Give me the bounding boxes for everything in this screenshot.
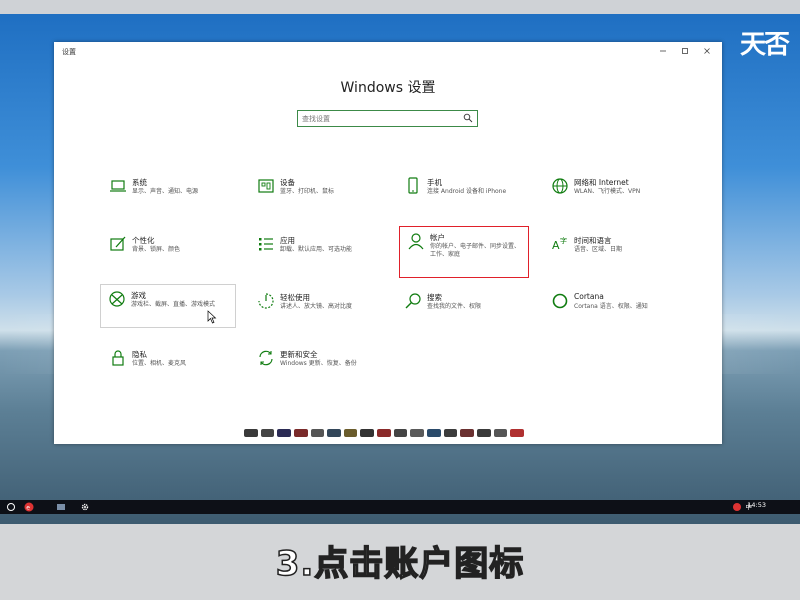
close-button[interactable] xyxy=(696,44,718,58)
tile-devices[interactable]: 设备 蓝牙、打印机、鼠标 xyxy=(250,172,382,216)
tile-description: 位置、相机、麦克风 xyxy=(132,360,187,367)
desktop: 天否 设置 Windows 设置 系统 显示、声音、通知、电源 xyxy=(0,14,800,524)
tile-title: 帐户 xyxy=(430,233,445,242)
tile-description: 查找我的文件、权限 xyxy=(427,303,482,310)
keyboard-icon xyxy=(258,179,274,193)
tile-title: 个性化 xyxy=(132,236,155,245)
xbox-icon xyxy=(109,291,125,307)
tile-title: 手机 xyxy=(427,178,442,187)
tile-accounts[interactable]: 帐户 你的帐户、电子邮件、同步设置、工作、家庭 xyxy=(399,226,529,278)
tile-search[interactable]: 搜索 查找我的文件、权限 xyxy=(397,287,529,331)
tile-update-security[interactable]: 更新和安全 Windows 更新、恢复、备份 xyxy=(250,344,382,388)
person-icon xyxy=(408,233,424,250)
tile-title: 游戏 xyxy=(131,291,146,300)
top-strip xyxy=(0,0,800,14)
tile-title: Cortana xyxy=(574,292,604,301)
tile-description: Cortana 语言、权限、通知 xyxy=(574,303,648,310)
cortana-search-icon[interactable] xyxy=(6,502,16,512)
tile-description: 讲述人、放大镜、高对比度 xyxy=(280,303,353,310)
svg-text:e: e xyxy=(26,505,30,512)
tile-title: 网络和 Internet xyxy=(574,178,629,187)
tile-privacy[interactable]: 隐私 位置、相机、麦克风 xyxy=(102,344,234,388)
netease-tray-icon[interactable] xyxy=(732,502,742,512)
tile-description: 卸载、默认应用、可选功能 xyxy=(280,246,353,253)
tile-title: 系统 xyxy=(132,178,147,187)
tile-description: 你的帐户、电子邮件、同步设置、工作、家庭 xyxy=(430,243,521,258)
desktop-icon-strip xyxy=(244,429,524,439)
tile-description: WLAN、飞行模式、VPN xyxy=(574,188,641,195)
tile-ease-of-access[interactable]: 轻松使用 讲述人、放大镜、高对比度 xyxy=(250,287,382,331)
minimize-button[interactable] xyxy=(652,44,674,58)
tile-title: 时间和语言 xyxy=(574,236,612,245)
search-icon xyxy=(463,113,473,123)
tile-title: 设备 xyxy=(280,178,295,187)
svg-text:A: A xyxy=(552,239,560,252)
tile-description: 蓝牙、打印机、鼠标 xyxy=(280,188,335,195)
maximize-button[interactable] xyxy=(674,44,696,58)
tile-network[interactable]: 网络和 Internet WLAN、飞行模式、VPN xyxy=(544,172,676,216)
tile-description: 游戏栏、截屏、直播、游戏模式 xyxy=(131,301,216,308)
apps-list-icon xyxy=(259,238,273,251)
window-title: 设置 xyxy=(62,48,76,56)
watermark-logo: 天否 xyxy=(740,30,790,60)
laptop-icon xyxy=(110,180,126,192)
tutorial-caption: 3.点击账户图标 xyxy=(275,543,525,585)
tile-title: 更新和安全 xyxy=(280,350,318,359)
tile-apps[interactable]: 应用 卸载、默认应用、可选功能 xyxy=(250,230,382,274)
tile-phone[interactable]: 手机 连接 Android 设备和 iPhone xyxy=(397,172,529,216)
tile-description: Windows 更新、恢复、备份 xyxy=(280,360,357,367)
cortana-icon xyxy=(552,293,568,309)
settings-window: 设置 Windows 设置 系统 显示、声音、通知、电源 设备 xyxy=(54,42,722,444)
tile-description: 显示、声音、通知、电源 xyxy=(132,188,199,195)
maximize-icon xyxy=(682,48,688,54)
tile-description: 连接 Android 设备和 iPhone xyxy=(427,188,507,195)
tile-title: 隐私 xyxy=(132,350,147,359)
gear-icon[interactable] xyxy=(80,502,90,512)
tile-description: 语音、区域、日期 xyxy=(574,246,623,253)
sync-icon xyxy=(259,350,273,366)
tile-description: 背景、锁屏、颜色 xyxy=(132,246,181,253)
phone-icon xyxy=(408,177,418,194)
tile-system[interactable]: 系统 显示、声音、通知、电源 xyxy=(102,172,234,216)
tile-title: 应用 xyxy=(280,236,295,245)
palette-icon xyxy=(110,236,126,251)
search-box[interactable] xyxy=(297,110,478,127)
netease-music-icon[interactable]: e xyxy=(24,502,34,512)
taskbar: e 中 14:53 xyxy=(0,500,800,514)
tile-title: 搜索 xyxy=(427,293,442,302)
tile-time-language[interactable]: A字 时间和语言 语音、区域、日期 xyxy=(544,230,676,274)
minimize-icon xyxy=(660,50,666,52)
tile-cortana[interactable]: Cortana Cortana 语言、权限、通知 xyxy=(544,287,676,331)
globe-icon xyxy=(552,178,568,194)
page-title: Windows 设置 xyxy=(340,80,436,96)
mouse-cursor-icon xyxy=(207,310,217,324)
window-controls xyxy=(652,44,718,58)
tile-personalization[interactable]: 个性化 背景、锁屏、颜色 xyxy=(102,230,234,274)
lock-icon xyxy=(112,350,124,366)
ease-of-access-icon xyxy=(258,293,274,309)
close-icon xyxy=(704,48,710,54)
app-window-icon[interactable] xyxy=(56,502,66,512)
tile-title: 轻松使用 xyxy=(280,293,310,302)
svg-text:字: 字 xyxy=(560,236,567,245)
time-language-icon: A字 xyxy=(552,236,567,252)
search-input[interactable] xyxy=(302,112,452,125)
taskbar-clock[interactable]: 14:53 xyxy=(747,501,766,509)
search-icon xyxy=(405,293,421,309)
